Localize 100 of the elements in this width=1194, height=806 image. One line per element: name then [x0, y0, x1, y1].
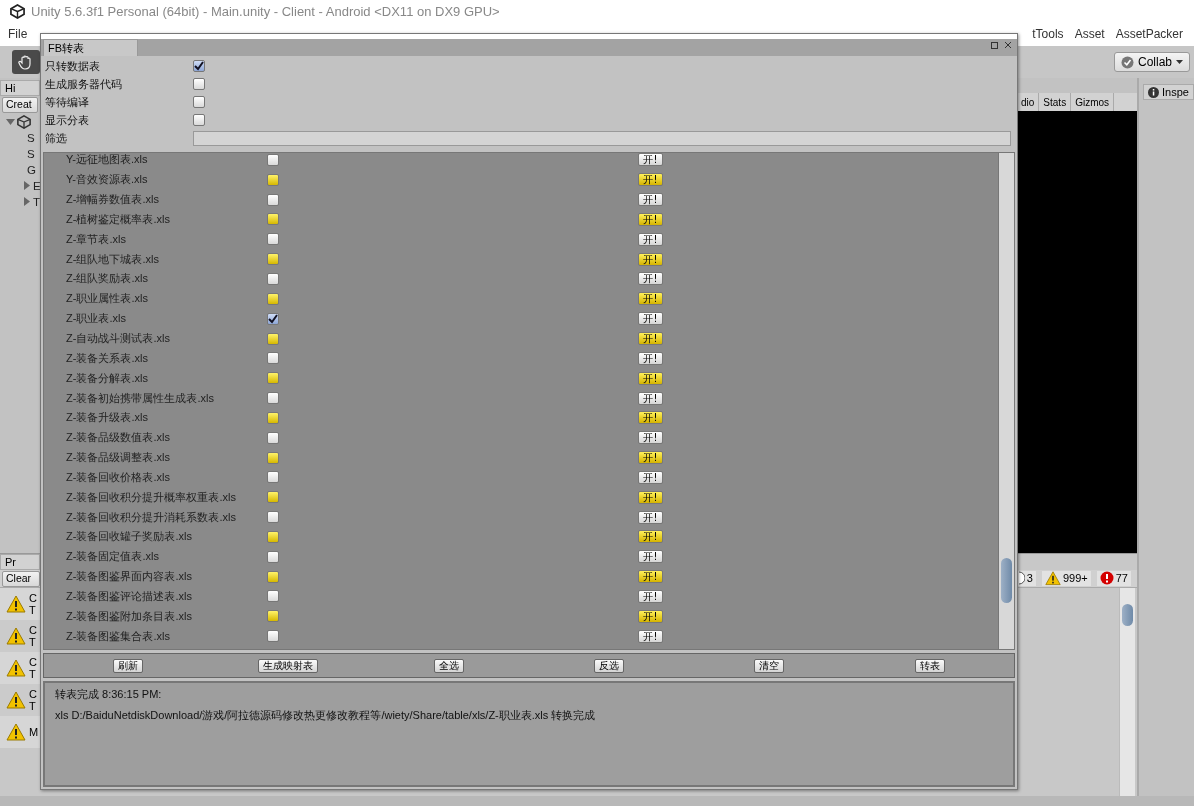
file-name: Z-植树鉴定概率表.xls [66, 211, 171, 227]
checkbox[interactable] [267, 570, 279, 583]
open-button[interactable]: 开! [638, 550, 663, 564]
clear-button[interactable]: Clear [2, 570, 40, 587]
checkbox[interactable] [267, 471, 279, 484]
open-button[interactable]: 开! [638, 312, 663, 326]
checkbox[interactable] [267, 292, 279, 305]
open-button[interactable]: 开! [638, 510, 663, 524]
menu-item[interactable]: File [8, 27, 28, 41]
hierarchy-item[interactable]: G [27, 164, 36, 176]
open-button[interactable]: 开! [638, 411, 663, 425]
checkbox[interactable] [267, 610, 279, 623]
open-button[interactable]: 开! [638, 431, 663, 445]
file-name: Z-组队地下城表.xls [66, 251, 160, 267]
open-button[interactable]: 开! [638, 252, 663, 266]
checkbox[interactable] [193, 78, 205, 90]
checkbox[interactable] [267, 491, 279, 504]
open-button[interactable]: 开! [638, 232, 663, 246]
checkbox[interactable] [267, 372, 279, 385]
open-button[interactable]: 开! [638, 570, 663, 584]
file-name: Z-增幅券数值表.xls [66, 192, 160, 208]
checkbox[interactable] [267, 431, 279, 444]
checkbox[interactable] [267, 233, 279, 246]
open-button[interactable]: 开! [638, 292, 663, 306]
menu-item[interactable]: tTools [1032, 27, 1064, 41]
option-label: 只转数据表 [45, 58, 101, 74]
checkbox[interactable] [267, 312, 279, 325]
log-count-toggle[interactable]: 77 [1096, 571, 1131, 586]
checkbox[interactable] [267, 273, 279, 285]
create-button[interactable]: Creat [2, 97, 38, 113]
action-button[interactable]: 生成映射表 [258, 658, 319, 673]
file-name: Z-装备固定值表.xls [66, 549, 160, 565]
filter-field[interactable] [193, 130, 1011, 146]
checkbox[interactable] [267, 213, 279, 226]
action-button[interactable]: 反选 [594, 658, 625, 673]
menu-item[interactable]: Asset [1074, 27, 1105, 41]
checkbox[interactable] [267, 530, 279, 543]
open-button[interactable]: 开! [638, 629, 663, 643]
checkbox[interactable] [267, 451, 279, 464]
menu-item[interactable]: AssetPacker [1115, 27, 1183, 41]
action-button[interactable]: 刷新 [113, 658, 144, 673]
open-button[interactable]: 开! [638, 212, 663, 226]
checkbox[interactable] [267, 253, 279, 266]
open-button[interactable]: 开! [638, 530, 663, 544]
checkbox[interactable] [267, 630, 279, 643]
checkbox[interactable] [267, 173, 279, 186]
open-button[interactable]: 开! [638, 351, 663, 365]
action-button[interactable]: 转表 [914, 658, 945, 673]
checkbox[interactable] [193, 114, 205, 126]
checkbox[interactable] [267, 392, 279, 405]
open-button[interactable]: 开! [638, 490, 663, 504]
close-button[interactable] [1002, 40, 1013, 50]
open-button[interactable]: 开! [638, 470, 663, 484]
hierarchy-item[interactable]: T [33, 196, 40, 208]
file-name: Z-装备关系表.xls [66, 350, 149, 366]
open-button[interactable]: 开! [638, 590, 663, 603]
open-button[interactable]: 开! [638, 272, 663, 286]
restore-button[interactable] [989, 40, 1000, 50]
action-button[interactable]: 全选 [433, 658, 464, 673]
window-title: Unity 5.6.3f1 Personal (64bit) - Main.unity - Client - Android <DX11 on DX9 GPU> [31, 3, 500, 19]
open-button[interactable]: 开! [638, 451, 663, 465]
project-tab[interactable]: Pr [0, 554, 40, 570]
console-entry[interactable]: M [0, 716, 40, 748]
warning-icon [6, 595, 26, 613]
checkbox[interactable] [193, 60, 205, 72]
checkmark-icon [268, 313, 278, 324]
open-button[interactable]: 开! [638, 609, 663, 623]
action-button[interactable]: 清空 [754, 658, 785, 673]
log-count-toggle[interactable]: 999+ [1041, 571, 1091, 586]
file-name: Z-装备回收积分提升消耗系数表.xls [66, 509, 237, 525]
checkbox[interactable] [193, 96, 205, 108]
hierarchy-item[interactable]: S [27, 132, 35, 144]
open-button[interactable]: 开! [638, 391, 663, 405]
warning-icon [6, 627, 26, 645]
checkbox[interactable] [267, 352, 279, 365]
checkbox[interactable] [267, 193, 279, 206]
collab-button[interactable]: Collab [1113, 52, 1190, 72]
checkbox[interactable] [267, 590, 279, 603]
open-button[interactable]: 开! [638, 332, 663, 345]
checkbox[interactable] [267, 511, 279, 524]
checkbox[interactable] [267, 550, 279, 563]
console-entry[interactable]: C T [0, 588, 40, 620]
window-tab[interactable]: FB转表 [43, 39, 138, 56]
scrollbar[interactable] [998, 153, 1014, 649]
open-button[interactable]: 开! [638, 371, 663, 385]
console-entry[interactable]: C T [0, 652, 40, 684]
expanded-caret-icon[interactable] [6, 117, 15, 126]
hierarchy-item[interactable]: S [27, 148, 35, 160]
inspector-tab[interactable]: Inspe [1143, 84, 1194, 100]
checkbox[interactable] [267, 411, 279, 424]
scrollbar[interactable] [1119, 588, 1135, 796]
hand-tool-button[interactable] [12, 50, 40, 74]
open-button[interactable]: 开! [638, 173, 663, 187]
warning-icon [6, 691, 26, 709]
hierarchy-item[interactable]: E [33, 180, 40, 192]
open-button[interactable]: 开! [638, 153, 663, 167]
checkbox[interactable] [267, 153, 279, 166]
checkbox[interactable] [267, 332, 279, 345]
hierarchy-tab[interactable]: Hi [0, 80, 40, 96]
open-button[interactable]: 开! [638, 193, 663, 207]
